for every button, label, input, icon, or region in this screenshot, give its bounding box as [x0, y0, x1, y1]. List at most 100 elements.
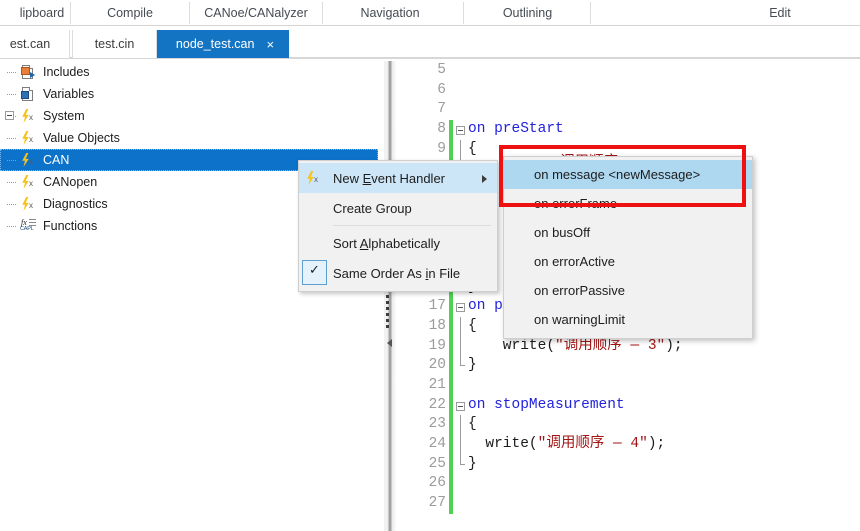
menu-item-icon-slot: x [299, 163, 331, 193]
line-number: 24 [428, 436, 446, 453]
capl-symbol-tree: Includes Variables x System x Value Obje… [0, 61, 384, 531]
fold-guide [460, 415, 461, 436]
includes-icon [20, 64, 38, 80]
fold-toggle-icon[interactable] [456, 303, 465, 313]
submenu-item-on-error-frame[interactable]: on errorFrame [504, 189, 752, 218]
change-indicator [449, 356, 453, 376]
line-number: 7 [437, 101, 446, 118]
submenu-item-on-error-active[interactable]: on errorActive [504, 247, 752, 276]
fold-guide [460, 139, 461, 160]
menu-item-new-event-handler[interactable]: x New Event Handler [299, 163, 497, 193]
code-text: write("调用顺序 — 3"); [468, 337, 683, 357]
ribbon-group-label: Compile [107, 6, 153, 20]
menu-label-post: vent Handler [371, 170, 446, 186]
ribbon-group-label: Navigation [360, 6, 420, 20]
submenu-item-on-warning-limit[interactable]: on warningLimit [504, 305, 752, 334]
fold-guide [460, 316, 461, 337]
tree-item-label: Value Objects [43, 131, 120, 145]
line-number: 27 [428, 495, 446, 512]
ribbon-group-outlining[interactable]: Outlining [465, 0, 590, 26]
code-line: 5 [396, 61, 860, 81]
menu-label-post: lphabetically [368, 235, 440, 251]
line-number: 25 [428, 455, 446, 472]
menu-label-pre: New [333, 170, 363, 186]
close-icon[interactable]: × [266, 38, 274, 51]
line-number: 20 [428, 357, 446, 374]
code-line: 27 [396, 494, 860, 514]
fold-guide-end [460, 454, 465, 465]
chevron-right-icon [482, 175, 487, 183]
code-text-content: write("调用顺序 — 4"); [468, 436, 666, 453]
new-event-handler-submenu: on message <newMessage> on errorFrame on… [503, 156, 753, 339]
capl-functions-icon: fx CAPL [20, 218, 38, 234]
tree-item-system[interactable]: x System [0, 105, 384, 127]
tab-test-cin[interactable]: test.cin [72, 30, 157, 58]
ribbon-divider [463, 2, 464, 24]
change-indicator [449, 297, 453, 317]
document-tabstrip: est.can test.cin node_test.can × [0, 27, 860, 59]
code-line: 24 write("调用顺序 — 4"); [396, 435, 860, 455]
tree-connector [5, 105, 20, 127]
line-number: 21 [428, 377, 446, 393]
code-text: { [468, 140, 477, 157]
tab-est-can[interactable]: est.can [0, 30, 70, 58]
menu-label-pre: Sort [333, 235, 360, 251]
tree-connector [6, 127, 20, 149]
fold-toggle-icon[interactable] [456, 401, 465, 411]
change-indicator [449, 454, 453, 475]
ribbon-group-label: lipboard [19, 6, 65, 20]
expand-collapse-icon[interactable] [5, 111, 14, 120]
tab-label: test.cin [94, 37, 135, 51]
line-number: 23 [428, 416, 446, 433]
menu-label-pre: Same Order As [333, 265, 426, 281]
code-line: 8 on preStart [396, 120, 860, 140]
change-indicator [449, 316, 453, 337]
tree-item-label: CAN [43, 153, 70, 167]
ribbon-divider [322, 2, 323, 24]
tab-label: node_test.can [175, 37, 255, 51]
menu-item-sort-alphabetically[interactable]: Sort Alphabetically [299, 228, 497, 258]
fold-guide [460, 435, 461, 455]
change-indicator [449, 494, 453, 514]
submenu-item-on-bus-off[interactable]: on busOff [504, 218, 752, 247]
checkmark-icon [302, 260, 327, 285]
code-line: 21 [396, 376, 860, 396]
splitter-grip[interactable] [386, 289, 390, 331]
menu-divider [333, 225, 491, 226]
submenu-item-label: on errorFrame [534, 196, 618, 211]
line-number: 9 [437, 140, 446, 157]
tree-item-value-objects[interactable]: x Value Objects [0, 127, 384, 149]
ribbon-group-label: Outlining [502, 6, 553, 20]
ribbon-group-canoe-canalyzer[interactable]: CANoe/CANalyzer [190, 0, 322, 26]
menu-label-accesskey: E [362, 170, 372, 186]
ribbon-group-labels: lipboard Compile CANoe/CANalyzer Navigat… [0, 0, 860, 26]
menu-item-same-order-as-in-file[interactable]: Same Order As in File [299, 258, 497, 288]
change-indicator [449, 336, 453, 357]
tree-item-label: Functions [43, 219, 98, 233]
code-line: 6 [396, 81, 860, 101]
ribbon-divider [189, 2, 190, 24]
tree-connector [6, 61, 20, 83]
ribbon-group-navigation[interactable]: Navigation [325, 0, 455, 26]
code-line: 26 [396, 474, 860, 495]
menu-item-create-group[interactable]: Create Group [299, 193, 497, 223]
tree-item-variables[interactable]: Variables [0, 83, 384, 105]
submenu-item-on-message[interactable]: on message <newMessage> [504, 160, 752, 189]
change-indicator [449, 435, 453, 455]
submenu-item-on-error-passive[interactable]: on errorPassive [504, 276, 752, 305]
tree-item-includes[interactable]: Includes [0, 61, 384, 83]
tree-connector [6, 83, 20, 105]
submenu-item-label: on message <newMessage> [534, 167, 701, 182]
code-text: write("调用顺序 — 4"); [468, 435, 665, 455]
collapse-panel-arrow-icon[interactable] [387, 339, 392, 347]
tab-node-test-can[interactable]: node_test.can × [157, 30, 289, 58]
ribbon-group-compile[interactable]: Compile [70, 0, 190, 26]
code-text: } [468, 455, 477, 472]
tree-connector [6, 193, 20, 215]
tab-label: est.can [9, 37, 51, 51]
ribbon-group-edit[interactable]: Edit [700, 0, 860, 26]
panel-splitter[interactable] [384, 61, 396, 531]
code-text: on p [468, 298, 503, 315]
tree-item-label: CANopen [43, 175, 98, 189]
fold-toggle-icon[interactable] [456, 126, 465, 136]
